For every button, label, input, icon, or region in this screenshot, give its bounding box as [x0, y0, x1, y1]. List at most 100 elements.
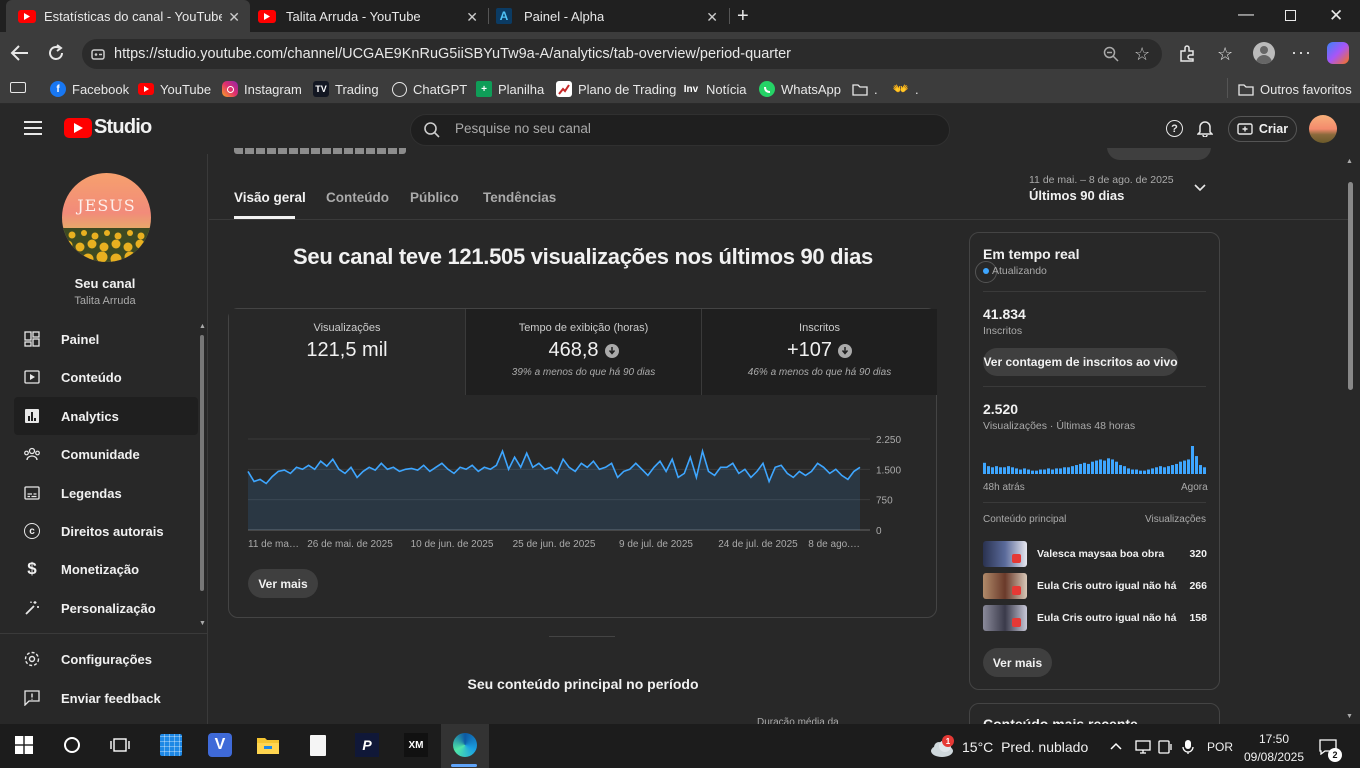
restore-icon[interactable] [1285, 10, 1296, 21]
create-button[interactable]: Criar [1228, 116, 1297, 142]
tab-tendencias[interactable]: Tendências [483, 190, 556, 205]
metric-watch-time[interactable]: Tempo de exibição (horas) 468,8 39% a me… [465, 309, 701, 395]
sidebar-item-comunidade[interactable]: Comunidade [14, 435, 198, 473]
sidebar-item-legendas[interactable]: Legendas [14, 474, 198, 512]
notepad-icon[interactable] [305, 732, 331, 758]
tab-talita-arruda[interactable]: Talita Arruda - YouTube ✕ [250, 0, 488, 32]
metric-subscribers[interactable]: Inscritos +107 46% a menos do que há 90 … [701, 309, 937, 395]
clock-time[interactable]: 17:50 [1243, 732, 1305, 746]
see-more-button[interactable]: Ver mais [248, 569, 318, 598]
metric-views[interactable]: Visualizações 121,5 mil [229, 309, 465, 395]
sidebar-item-direitos-autorais[interactable]: c Direitos autorais [14, 512, 198, 550]
bookmark-trading[interactable]: TV Trading [313, 79, 379, 99]
sidebar-item-conteudo[interactable]: Conteúdo [14, 358, 198, 396]
new-tab-icon[interactable]: + [737, 5, 749, 28]
tab-publico[interactable]: Público [410, 190, 459, 205]
tab-estatisticas[interactable]: Estatísticas do canal - YouTube Studio ✕ [6, 0, 250, 32]
advanced-mode-button-cutoff[interactable] [1107, 148, 1211, 160]
tab-conteudo[interactable]: Conteúdo [326, 190, 389, 205]
sidebar-item-feedback[interactable]: Enviar feedback [14, 679, 198, 717]
close-tab-icon[interactable]: ✕ [466, 9, 478, 26]
close-window-icon[interactable]: ✕ [1329, 6, 1343, 26]
microphone-icon[interactable] [1182, 739, 1194, 755]
realtime-bar [1191, 446, 1194, 474]
realtime-bar [1003, 467, 1006, 474]
channel-avatar[interactable]: JESUS [62, 173, 151, 262]
main-scrollbar[interactable] [1348, 182, 1353, 390]
bookmark-plano-trading[interactable]: Plano de Trading [556, 79, 676, 99]
tab-visao-geral[interactable]: Visão geral [234, 190, 306, 205]
speaker-icon[interactable] [1158, 740, 1174, 754]
bookmark-planilha[interactable]: + Planilha [476, 79, 544, 99]
close-tab-icon[interactable]: ✕ [706, 9, 718, 26]
tab-painel-alpha[interactable]: A Painel - Alpha ✕ [488, 0, 728, 32]
bookmark-other-favorites[interactable]: Outros favoritos [1238, 79, 1352, 99]
favorite-star-icon[interactable]: ☆ [1134, 44, 1150, 65]
task-view-icon[interactable] [107, 732, 133, 758]
list-item[interactable]: Valesca maysaa boa obra 320 [983, 541, 1207, 567]
sidebar-scrollbar[interactable] [200, 335, 204, 591]
scroll-down-icon[interactable]: ▼ [1346, 713, 1353, 720]
realtime-bar-chart[interactable] [983, 446, 1207, 476]
edge-browser-icon[interactable] [452, 732, 478, 758]
file-explorer-icon[interactable] [255, 732, 281, 758]
weather-badge: 1 [942, 735, 954, 747]
bookmark-folder[interactable]: . [852, 79, 878, 99]
hamburger-menu-icon[interactable] [24, 120, 42, 136]
account-avatar[interactable] [1309, 115, 1337, 143]
more-menu-icon[interactable]: ··· [1291, 42, 1312, 63]
folder-icon [852, 81, 868, 97]
calendar-app-icon[interactable] [158, 732, 184, 758]
profile-avatar[interactable] [1253, 42, 1275, 64]
input-language[interactable]: POR [1207, 740, 1233, 754]
trading-app-icon[interactable]: P [354, 732, 380, 758]
close-tab-icon[interactable]: ✕ [228, 9, 240, 26]
views-chart[interactable]: 0 750 1.500 2.250 11 de ma… 26 de mai. de 20… [240, 425, 930, 555]
minimize-icon[interactable]: — [1238, 6, 1254, 24]
tab-actions-icon[interactable] [10, 82, 26, 93]
sidebar-item-monetizacao[interactable]: $ Monetização [14, 550, 198, 588]
notifications-bell-icon[interactable] [1197, 119, 1213, 137]
scroll-up-icon[interactable]: ▲ [1346, 158, 1353, 165]
scroll-up-icon[interactable]: ▲ [199, 323, 206, 330]
bookmark-label: Trading [335, 81, 379, 97]
bookmark-youtube[interactable]: YouTube [138, 79, 211, 99]
zoom-icon[interactable] [1103, 46, 1119, 62]
help-icon[interactable]: ? [1166, 120, 1183, 137]
reload-icon[interactable] [46, 43, 66, 63]
bookmark-facebook[interactable]: f Facebook [50, 79, 129, 99]
bookmark-chatgpt[interactable]: ChatGPT [392, 79, 467, 99]
weather-text[interactable]: 15°C Pred. nublado [962, 739, 1088, 755]
sidebar-item-configuracoes[interactable]: Configurações [14, 640, 198, 678]
studio-logo[interactable]: Studio [64, 116, 152, 139]
bookmark-whatsapp[interactable]: WhatsApp [759, 79, 841, 99]
sidebar-item-personalizacao[interactable]: Personalização [14, 589, 198, 627]
network-icon[interactable] [1135, 740, 1151, 754]
copilot-icon[interactable] [1327, 42, 1349, 64]
sidebar-item-analytics[interactable]: Analytics [14, 397, 198, 435]
list-item[interactable]: Eula Cris outro igual não há 266 [983, 573, 1207, 599]
clock-date[interactable]: 09/08/2025 [1243, 750, 1305, 764]
favorites-icon[interactable]: ☆ [1217, 44, 1233, 65]
bookmark-instagram[interactable]: Instagram [222, 79, 302, 99]
windows-start-icon[interactable] [11, 732, 37, 758]
search-input[interactable]: Pesquise no seu canal [455, 121, 591, 136]
xm-app-icon[interactable]: XM [403, 732, 429, 758]
list-item[interactable]: Eula Cris outro igual não há 158 [983, 605, 1207, 631]
sidebar-item-painel[interactable]: Painel [14, 320, 198, 358]
live-subscriber-count-button[interactable]: Ver contagem de inscritos ao vivo [983, 348, 1178, 376]
show-hidden-icons-chevron-icon[interactable] [1110, 742, 1122, 750]
url-text[interactable]: https://studio.youtube.com/channel/UCGAE… [114, 46, 791, 62]
scroll-down-icon[interactable]: ▼ [199, 620, 206, 627]
extensions-icon[interactable] [1178, 45, 1196, 63]
realtime-see-more-button[interactable]: Ver mais [983, 648, 1052, 677]
vpn-app-icon[interactable]: V [207, 732, 233, 758]
community-icon [22, 444, 42, 464]
bookmark-noticia[interactable]: Inv Notícia [682, 79, 747, 99]
site-info-icon[interactable] [90, 46, 106, 62]
sidebar-item-label: Enviar feedback [61, 690, 161, 706]
bookmark-hands[interactable]: 👐 . [893, 79, 919, 99]
back-icon[interactable] [10, 44, 30, 62]
search-taskbar-icon[interactable] [59, 732, 85, 758]
youtube-studio-favicon-icon [18, 9, 36, 23]
